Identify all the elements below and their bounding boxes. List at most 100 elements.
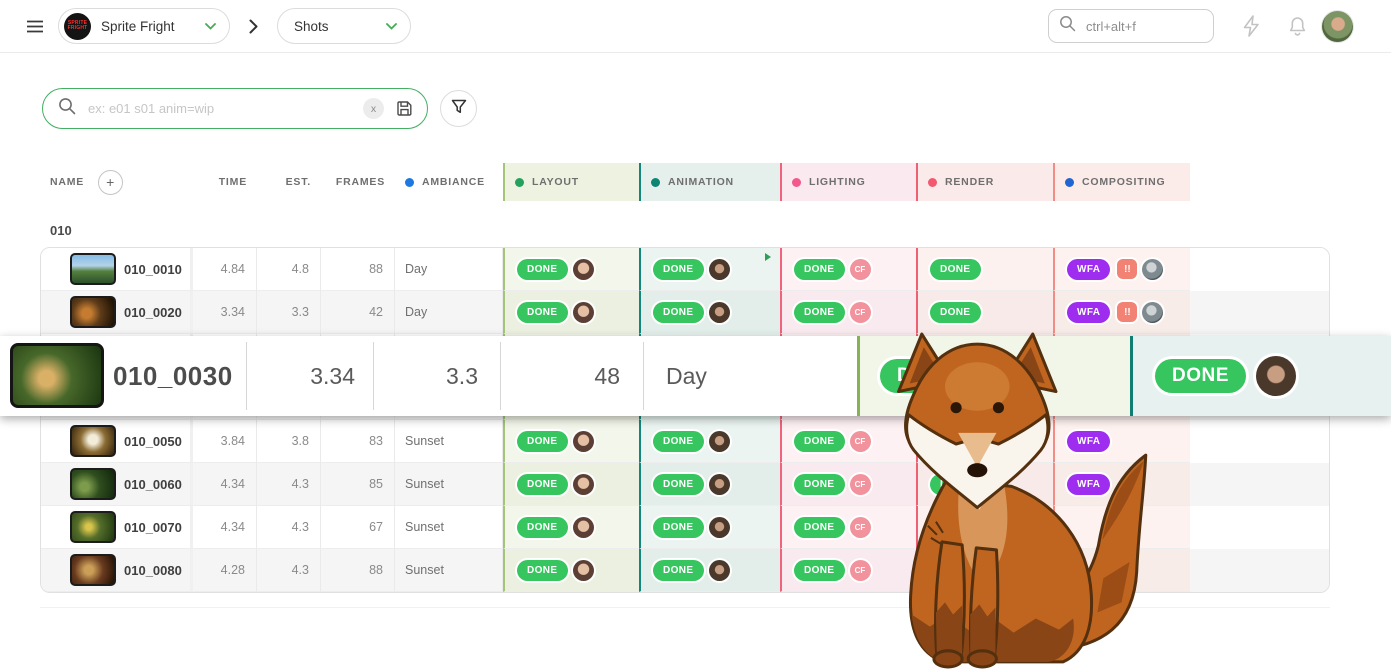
- table-row[interactable]: 010_00503.843.883SunsetDONEDONEDONECFWFA: [41, 420, 1329, 463]
- layout-cell: DONE: [503, 291, 639, 334]
- animation-status-badge[interactable]: DONE: [653, 517, 704, 538]
- shot-thumbnail[interactable]: [70, 468, 116, 500]
- compositing-status-badge[interactable]: WFA: [1067, 302, 1110, 323]
- render-status-badge[interactable]: DONE: [930, 560, 981, 581]
- layout-task-cell[interactable]: DONE: [857, 336, 1130, 416]
- user-avatar[interactable]: [1322, 11, 1353, 42]
- assignee-initials-avatar[interactable]: CF: [850, 302, 871, 323]
- layout-status-badge[interactable]: DONE: [517, 259, 568, 280]
- layout-status-badge[interactable]: DONE: [517, 560, 568, 581]
- column-header-ambiance: AMBIANCE: [395, 163, 503, 201]
- girl-avatar: [573, 302, 594, 323]
- shot-name[interactable]: 010_0030: [113, 336, 233, 416]
- compositing-status-badge[interactable]: WFA: [1067, 474, 1110, 495]
- assignee-initials-avatar[interactable]: CF: [850, 474, 871, 495]
- global-search-input[interactable]: [1084, 18, 1198, 35]
- render-status-badge[interactable]: DONE: [930, 474, 981, 495]
- layout-status-badge[interactable]: DONE: [517, 474, 568, 495]
- render-cell: DONE: [916, 291, 1053, 334]
- lighting-cell: DONECF: [780, 248, 916, 291]
- shot-thumbnail[interactable]: [70, 253, 116, 285]
- name-cell: 010_0070: [40, 506, 193, 549]
- shot-thumbnail[interactable]: [70, 511, 116, 543]
- layout-status-badge[interactable]: DONE: [517, 517, 568, 538]
- ambiance-cell: Day: [395, 248, 503, 291]
- lighting-status-badge[interactable]: DONE: [794, 259, 845, 280]
- animation-status-badge[interactable]: DONE: [653, 259, 704, 280]
- render-status-dot: [928, 178, 937, 187]
- shot-thumbnail[interactable]: [70, 296, 116, 328]
- layout-cell: DONE: [503, 506, 639, 549]
- animation-status-badge[interactable]: DONE: [653, 560, 704, 581]
- shot-filter-input[interactable]: [86, 100, 363, 117]
- animation-cell: DONE: [639, 463, 780, 506]
- save-filter-icon[interactable]: [396, 100, 413, 117]
- man-avatar: [709, 302, 730, 323]
- layout-cell: DONE: [503, 420, 639, 463]
- animation-status-badge[interactable]: DONE: [653, 431, 704, 452]
- lighting-status-badge[interactable]: DONE: [794, 560, 845, 581]
- lighting-cell: DONECF: [780, 506, 916, 549]
- lighting-status-badge[interactable]: DONE: [794, 302, 845, 323]
- shot-name[interactable]: 010_0060: [124, 477, 182, 492]
- column-header-label: EST.: [286, 176, 311, 188]
- table-row[interactable]: 010_00804.284.388SunsetDONEDONEDONECFDON…: [41, 549, 1329, 592]
- notification-bell-icon[interactable]: [1288, 16, 1307, 42]
- shot-thumbnail[interactable]: [10, 343, 104, 408]
- filter-button[interactable]: [440, 90, 477, 127]
- estimation-value: 3.3: [373, 336, 478, 416]
- animation-task-cell[interactable]: DONE: [1130, 336, 1391, 416]
- assignee-initials-avatar[interactable]: CF: [850, 560, 871, 581]
- shot-name[interactable]: 010_0010: [124, 262, 182, 277]
- layout-status-badge[interactable]: DONE: [517, 431, 568, 452]
- shot-name[interactable]: 010_0020: [124, 305, 182, 320]
- shot-name[interactable]: 010_0070: [124, 520, 182, 535]
- project-logo: SPRITEFRIGHT: [64, 13, 91, 40]
- shot-thumbnail[interactable]: [70, 425, 116, 457]
- shot-name[interactable]: 010_0050: [124, 434, 182, 449]
- layout-status-badge[interactable]: DONE: [517, 302, 568, 323]
- animation-status-badge[interactable]: DONE: [1155, 359, 1246, 393]
- animation-status-badge[interactable]: DONE: [653, 474, 704, 495]
- frames-cell: 83: [321, 420, 395, 463]
- column-header-compositing: COMPOSITING: [1053, 163, 1190, 201]
- compositing-status-badge[interactable]: WFA: [1067, 259, 1110, 280]
- layout-status-badge[interactable]: DONE: [880, 359, 971, 393]
- column-header-label: LIGHTING: [809, 176, 866, 188]
- compositing-status-dot: [1065, 178, 1074, 187]
- assignee-initials-avatar[interactable]: CF: [850, 259, 871, 280]
- global-search-box[interactable]: [1048, 9, 1214, 43]
- lighting-status-badge[interactable]: DONE: [794, 517, 845, 538]
- lighting-status-badge[interactable]: DONE: [794, 431, 845, 452]
- time-cell: 3.34: [193, 291, 257, 334]
- priority-alert-badge[interactable]: !!: [1117, 259, 1137, 279]
- layout-cell: DONE: [503, 549, 639, 592]
- clear-search-button[interactable]: x: [363, 98, 384, 119]
- shot-name[interactable]: 010_0080: [124, 563, 182, 578]
- priority-alert-badge[interactable]: !!: [1117, 302, 1137, 322]
- section-selector[interactable]: Shots: [277, 8, 411, 44]
- frames-cell: 42: [321, 291, 395, 334]
- assignee-initials-avatar[interactable]: CF: [850, 431, 871, 452]
- animation-status-badge[interactable]: DONE: [653, 302, 704, 323]
- zoomed-shot-row[interactable]: 010_0030 3.34 3.3 48 Day DONE DONE: [0, 336, 1391, 416]
- time-cell: 4.34: [193, 506, 257, 549]
- shot-filter-search-box[interactable]: x: [42, 88, 428, 129]
- animation-cell: DONE: [639, 291, 780, 334]
- compositing-status-badge[interactable]: WFA: [1067, 431, 1110, 452]
- project-selector[interactable]: SPRITEFRIGHT Sprite Fright: [58, 8, 230, 44]
- table-row[interactable]: 010_00104.844.888DayDONEDONEDONECFDONEWF…: [41, 248, 1329, 291]
- add-column-button[interactable]: +: [98, 170, 123, 195]
- table-row[interactable]: 010_00704.344.367SunsetDONEDONEDONECFDON…: [41, 506, 1329, 549]
- render-status-badge[interactable]: DONE: [930, 302, 981, 323]
- render-status-badge[interactable]: DONE: [930, 259, 981, 280]
- project-name-label: Sprite Fright: [101, 19, 175, 34]
- assignee-initials-avatar[interactable]: CF: [850, 517, 871, 538]
- shot-thumbnail[interactable]: [70, 554, 116, 586]
- flash-icon[interactable]: [1241, 15, 1262, 42]
- table-row[interactable]: 010_00604.344.385SunsetDONEDONEDONECFDON…: [41, 463, 1329, 506]
- menu-icon[interactable]: [26, 19, 44, 39]
- lighting-status-badge[interactable]: DONE: [794, 474, 845, 495]
- render-status-badge[interactable]: DONE: [930, 517, 981, 538]
- table-row[interactable]: 010_00203.343.342DayDONEDONEDONECFDONEWF…: [41, 291, 1329, 334]
